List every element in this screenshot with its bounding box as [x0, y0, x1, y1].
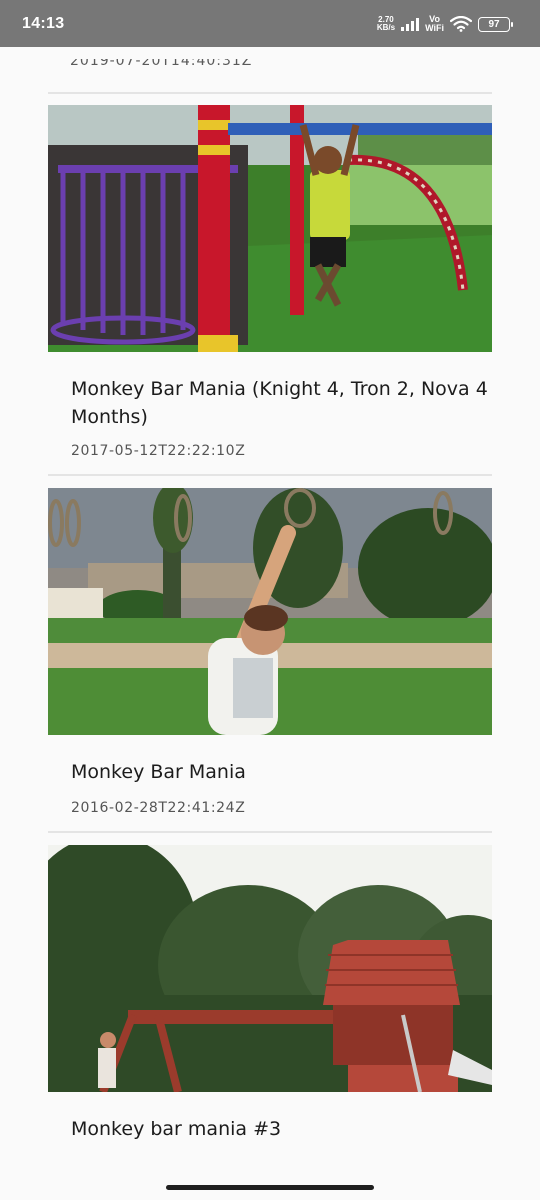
network-speed-unit: KB/s	[376, 23, 396, 32]
divider	[48, 474, 492, 476]
video-title[interactable]: Monkey Bar Mania (Knight 4, Tron 2, Nova…	[71, 375, 491, 431]
gymnastic-rings-thumbnail	[48, 488, 492, 735]
video-date: 2016-02-28T22:41:24Z	[71, 800, 246, 816]
wifi-label: WiFi	[425, 23, 444, 33]
status-bar: 14:13 2.70 KB/s Vo WiFi 97	[0, 0, 540, 47]
status-time: 14:13	[22, 15, 65, 32]
video-feed[interactable]: 2019-07-20T14:40:31Z Monkey Bar Mania (K…	[0, 47, 540, 1177]
playground-monkey-bars-thumbnail	[48, 105, 492, 352]
video-thumbnail[interactable]	[48, 105, 492, 352]
battery-level: 97	[488, 18, 500, 30]
gesture-nav-handle[interactable]	[166, 1185, 374, 1190]
battery-icon: 97	[478, 16, 513, 32]
wooden-playset-thumbnail	[48, 845, 492, 1092]
video-thumbnail[interactable]	[48, 845, 492, 1092]
wifi-icon	[450, 16, 472, 32]
previous-video-date: 2019-07-20T14:40:31Z	[70, 59, 253, 69]
divider	[48, 831, 492, 833]
status-icons: 2.70 KB/s Vo WiFi 97	[377, 13, 513, 35]
video-title[interactable]: Monkey Bar Mania	[71, 758, 491, 786]
network-speed: 2.70 KB/s	[377, 16, 395, 32]
video-thumbnail[interactable]	[48, 488, 492, 735]
video-date: 2017-05-12T22:22:10Z	[71, 443, 246, 459]
signal-strength-icon	[401, 17, 420, 31]
divider	[48, 92, 492, 94]
video-title[interactable]: Monkey bar mania #3	[71, 1115, 491, 1143]
vowifi-indicator: Vo WiFi	[425, 15, 444, 33]
